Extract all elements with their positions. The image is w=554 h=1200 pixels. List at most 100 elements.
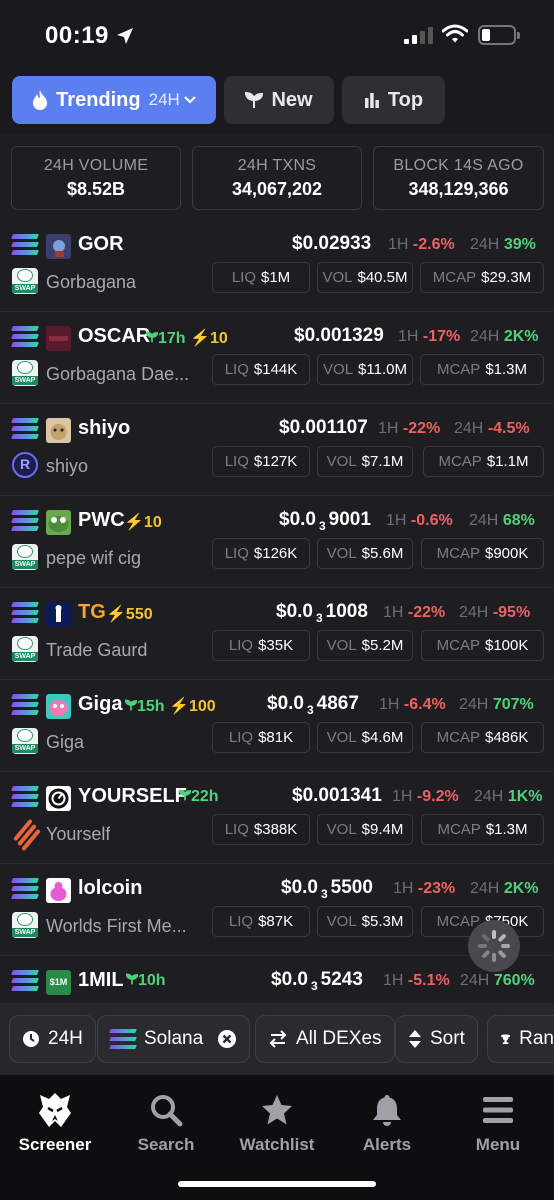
sort-button-label: Sort (430, 1028, 465, 1049)
token-badges: ⚡10 (124, 512, 162, 532)
chevron-down-icon (184, 96, 196, 104)
volume-chip: VOL $9.4M (317, 814, 413, 845)
tab-new[interactable]: New (224, 76, 334, 124)
nav-screener[interactable]: Screener (0, 1091, 110, 1155)
mcap-chip: MCAP $29.3M (420, 262, 544, 293)
change-24h: 24H 39% (470, 236, 536, 253)
token-symbol: shiyo (78, 417, 131, 439)
token-symbol: TG (78, 601, 106, 623)
volume-chip: VOL $5.2M (317, 630, 413, 661)
status-time: 00:19 (45, 22, 109, 49)
token-price: $0.02933 (292, 233, 372, 254)
token-row[interactable]: SWAP OSCAR 17h ⚡10 Gorbagana Dae... $0.0… (0, 312, 554, 404)
token-price: $0.0 3 4867 (267, 693, 359, 717)
change-1h: 1H -6.4% (379, 696, 446, 713)
flame-icon (33, 90, 48, 110)
token-price: $0.0 3 9001 (279, 509, 371, 533)
star-icon (262, 1095, 292, 1125)
status-bar: 00:19 (0, 0, 554, 72)
screener-icon (39, 1093, 71, 1127)
market-stats: 24H VOLUME $8.52B 24H TXNS 34,067,202 BL… (0, 134, 554, 220)
nav-search-label: Search (137, 1135, 195, 1154)
stat-24h-txns: 24H TXNS 34,067,202 (192, 146, 362, 210)
sprout-icon (245, 91, 264, 108)
token-row[interactable]: shiyo shiyo $0.001107 1H -22% 24H -4.5% … (0, 404, 554, 496)
home-indicator (178, 1181, 376, 1187)
solana-chain-icon (11, 786, 39, 808)
change-24h: 24H -95% (459, 604, 531, 621)
nav-menu-label: Menu (475, 1135, 521, 1154)
token-boost: ⚡10 (190, 330, 228, 347)
token-price: $0.0 3 1008 (276, 601, 368, 625)
top-tabs: Trending 24H New Top (0, 72, 554, 134)
token-boost: ⚡550 (106, 606, 153, 623)
mcap-chip: MCAP $900K (421, 538, 544, 569)
nav-watchlist[interactable]: Watchlist (222, 1091, 332, 1155)
token-badges: 17h ⚡10 (145, 328, 228, 348)
token-symbol: PWC (78, 509, 125, 531)
mcap-chip: MCAP $1.1M (423, 446, 544, 477)
token-age: 10h (125, 972, 166, 989)
volume-chip: VOL $5.3M (317, 906, 413, 937)
location-arrow-icon (117, 28, 133, 44)
token-symbol: YOURSELF (78, 785, 187, 807)
raydium-dex-icon (12, 452, 38, 478)
token-avatar (46, 878, 71, 903)
trophy-icon (501, 1034, 511, 1045)
volume-chip: VOL $40.5M (317, 262, 413, 293)
search-icon (151, 1095, 183, 1127)
change-1h: 1H -17% (398, 328, 461, 345)
token-age: 22h (178, 788, 219, 805)
token-boost: ⚡100 (169, 698, 216, 715)
sort-button[interactable]: Sort (395, 1015, 478, 1063)
tab-trending[interactable]: Trending 24H (12, 76, 216, 124)
mcap-chip: MCAP $100K (421, 630, 544, 661)
change-24h: 24H 1K% (474, 788, 543, 805)
volume-chip: VOL $4.6M (317, 722, 413, 753)
clear-filter-icon[interactable] (217, 1029, 237, 1049)
cellular-signal-icon (404, 26, 433, 44)
token-avatar (46, 510, 71, 535)
wifi-icon (442, 24, 468, 43)
bell-icon (373, 1095, 401, 1126)
solana-chain-icon (11, 878, 39, 900)
stat-value: 348,129,366 (408, 179, 509, 199)
solana-chain-icon (11, 970, 39, 992)
token-name: Gorbagana (46, 272, 137, 292)
token-price: $0.001107 (279, 417, 368, 438)
token-row[interactable]: YOURSELF 22h Yourself $0.001341 1H -9.2%… (0, 772, 554, 864)
token-age: 17h (145, 330, 186, 347)
change-24h: 24H 760% (460, 972, 535, 989)
timeframe-filter[interactable]: 24H (9, 1015, 96, 1063)
chain-filter[interactable]: Solana (97, 1015, 251, 1063)
rank-filter[interactable]: Ran (487, 1015, 554, 1063)
nav-menu[interactable]: Menu (443, 1091, 553, 1155)
battery-icon (478, 25, 520, 45)
dex-filter[interactable]: All DEXes (255, 1015, 395, 1063)
timeframe-filter-label: 24H (48, 1028, 83, 1049)
change-1h: 1H -22% (378, 420, 441, 437)
swap-dex-icon: SWAP (12, 360, 38, 386)
change-24h: 24H 68% (469, 512, 535, 529)
sort-icon (409, 1030, 421, 1048)
token-row[interactable]: SWAP Giga 15h ⚡100 Giga $0.0 3 4867 1H -6.… (0, 680, 554, 772)
tab-top[interactable]: Top (342, 76, 445, 124)
change-1h: 1H -2.6% (388, 236, 455, 253)
nav-search[interactable]: Search (111, 1091, 221, 1155)
token-price: $0.001341 (292, 785, 382, 806)
token-row[interactable]: SWAP PWC ⚡10 pepe wif cig $0.0 3 9001 1H -… (0, 496, 554, 588)
solana-chain-icon (11, 234, 39, 256)
nav-alerts[interactable]: Alerts (332, 1091, 442, 1155)
change-24h: 24H 2K% (470, 328, 539, 345)
token-row[interactable]: SWAP GOR Gorbagana $0.02933 1H -2.6% 24H… (0, 220, 554, 312)
token-row[interactable]: SWAP TG ⚡550 Trade Gaurd $0.0 3 1008 1H -2… (0, 588, 554, 680)
sprout-icon (145, 331, 159, 343)
token-age: 15h (124, 698, 165, 715)
mcap-chip: MCAP $1.3M (420, 354, 544, 385)
token-name: Worlds First Me... (46, 916, 187, 936)
solana-chain-icon (11, 326, 39, 348)
volume-chip: VOL $11.0M (317, 354, 413, 385)
filter-bar: 24H Solana All DEXes Sort Ran (0, 1003, 554, 1075)
token-avatar (46, 602, 71, 627)
swap-dex-icon: SWAP (12, 268, 38, 294)
